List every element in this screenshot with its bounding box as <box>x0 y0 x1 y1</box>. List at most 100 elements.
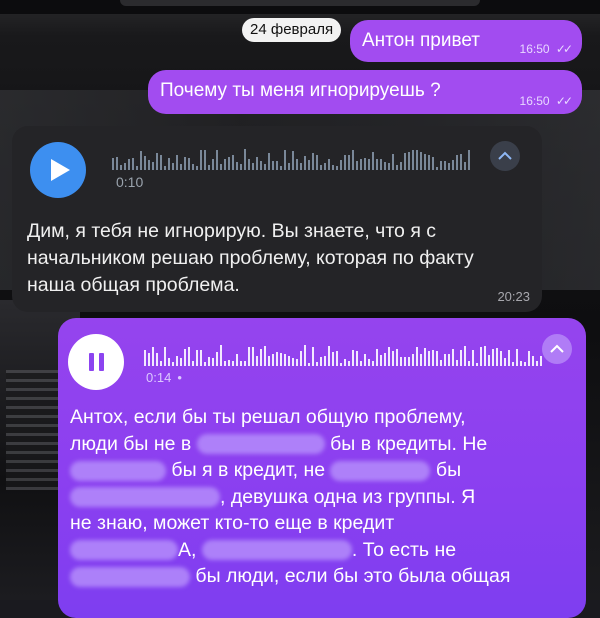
redacted-text <box>70 540 178 561</box>
collapse-transcript-button[interactable] <box>490 141 520 171</box>
message-time: 16:50 <box>519 94 550 108</box>
transcript-fragment: , девушка одна из группы. Я <box>220 485 476 508</box>
waveform-bar <box>304 156 306 170</box>
waveform-bar <box>324 356 326 366</box>
incoming-voice-message[interactable]: 0:10 Дим, я тебя не игнорирую. Вы знаете… <box>12 126 542 312</box>
waveform-bar <box>232 155 234 170</box>
waveform-bar <box>400 162 402 170</box>
waveform-bar <box>160 155 162 170</box>
waveform-bar <box>328 159 330 170</box>
waveform-bar <box>464 346 466 366</box>
waveform-bar <box>112 158 114 170</box>
waveform-bar <box>144 156 146 170</box>
message-text: Почему ты меня игнорируешь ? <box>160 80 441 101</box>
waveform-bar <box>196 166 198 170</box>
waveform-bar <box>300 163 302 170</box>
waveform-bar <box>152 162 154 170</box>
waveform-bar <box>412 150 414 170</box>
waveform-bar <box>468 150 470 170</box>
pause-icon-bar <box>98 353 104 371</box>
waveform-bar <box>272 161 274 170</box>
waveform-bar <box>532 356 534 366</box>
waveform-bar <box>364 158 366 170</box>
waveform-bar <box>524 362 526 366</box>
waveform-bar <box>448 163 450 170</box>
waveform-bar <box>392 154 394 170</box>
waveform-bar <box>172 362 174 366</box>
waveform-bar <box>360 159 362 170</box>
play-button[interactable] <box>30 142 86 198</box>
transcript-fragment: люди бы не в <box>70 432 192 455</box>
waveform-bar <box>224 361 226 366</box>
redacted-text <box>196 434 325 455</box>
voice-waveform[interactable] <box>144 344 542 366</box>
waveform-bar <box>284 150 286 170</box>
message-meta: 16:50 ✓✓ <box>519 94 574 108</box>
waveform-bar <box>416 347 418 366</box>
waveform-bar <box>396 349 398 366</box>
playing-dot: • <box>177 370 182 385</box>
redacted-text <box>70 566 190 587</box>
waveform-bar <box>320 165 322 170</box>
waveform-bar <box>444 354 446 366</box>
transcript-fragment: бы люди, если бы это была общая <box>195 565 511 587</box>
waveform-bar <box>296 359 298 366</box>
waveform-bar <box>188 158 190 170</box>
waveform-bar <box>420 354 422 366</box>
waveform-bar <box>240 164 242 170</box>
waveform-bar <box>200 150 202 170</box>
waveform-bar <box>128 159 130 170</box>
waveform-bar <box>356 351 358 366</box>
waveform-bar <box>344 359 346 366</box>
transcript-line: не знаю, может кто-то еще в кредит <box>70 512 395 534</box>
waveform-bar <box>248 347 250 366</box>
waveform-bar <box>364 354 366 366</box>
waveform-bar <box>168 358 170 366</box>
waveform-bar <box>240 361 242 366</box>
waveform-bar <box>424 154 426 170</box>
message-meta: 16:50 ✓✓ <box>520 42 574 56</box>
waveform-bar <box>228 157 230 170</box>
double-check-icon: ✓✓ <box>555 42 573 56</box>
waveform-bar <box>352 350 354 366</box>
waveform-bar <box>396 165 398 170</box>
outgoing-message[interactable]: Антон привет 16:50 ✓✓ <box>350 20 582 62</box>
transcript-fragment: бы в кредиты. Не <box>330 432 488 455</box>
waveform-bar <box>120 165 122 170</box>
waveform-bar <box>436 351 438 366</box>
waveform-bar <box>180 164 182 170</box>
waveform-bar <box>292 151 294 170</box>
waveform-bar <box>164 347 166 366</box>
voice-waveform[interactable] <box>112 148 470 170</box>
waveform-bar <box>260 349 262 366</box>
outgoing-voice-message[interactable]: 0:14 • Антох, если бы ты решал общую проб… <box>58 318 586 618</box>
waveform-bar <box>272 354 274 366</box>
waveform-bar <box>188 347 190 366</box>
waveform-bar <box>260 161 262 170</box>
waveform-bar <box>256 356 258 366</box>
waveform-bar <box>452 349 454 366</box>
waveform-bar <box>208 357 210 366</box>
waveform-bar <box>356 161 358 170</box>
transcript-line: , девушка одна из группы. Я <box>70 484 580 511</box>
waveform-bar <box>220 164 222 170</box>
waveform-bar <box>444 161 446 170</box>
waveform-bar <box>204 362 206 366</box>
waveform-bar <box>472 350 474 366</box>
collapse-transcript-button[interactable] <box>542 334 572 364</box>
waveform-bar <box>116 157 118 170</box>
outgoing-message[interactable]: Почему ты меня игнорируешь ? 16:50 ✓✓ <box>148 70 582 114</box>
waveform-bar <box>148 160 150 170</box>
waveform-bar <box>476 363 478 366</box>
waveform-bar <box>268 153 270 170</box>
waveform-bar <box>316 362 318 366</box>
waveform-bar <box>428 351 430 366</box>
waveform-bar <box>248 159 250 170</box>
waveform-bar <box>480 347 482 366</box>
waveform-bar <box>492 349 494 366</box>
waveform-bar <box>220 345 222 366</box>
waveform-bar <box>296 159 298 170</box>
waveform-bar <box>172 163 174 170</box>
pause-button[interactable] <box>68 334 124 390</box>
waveform-bar <box>348 361 350 366</box>
